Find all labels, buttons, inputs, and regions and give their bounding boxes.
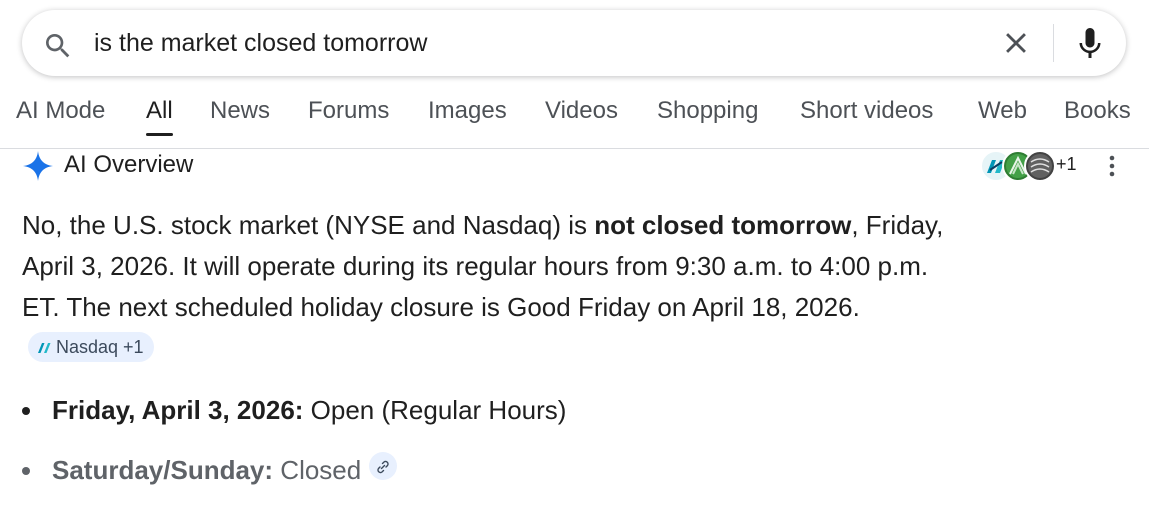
tab-videos[interactable]: Videos [545,96,618,126]
list-item: Saturday/Sunday: Closed [22,450,962,490]
bullet-label: Saturday/Sunday: [52,455,274,485]
source-chip[interactable]: Nasdaq +1 [28,332,154,362]
tab-images[interactable]: Images [428,96,507,126]
search-tabs: AI Mode All News Forums Images Videos Sh… [0,88,1149,136]
bullet-text: Open (Regular Hours) [303,395,567,425]
microphone-icon[interactable] [1072,24,1108,62]
tab-short-videos[interactable]: Short videos [800,96,933,126]
more-options-icon[interactable] [1102,154,1122,178]
ai-overview-title: AI Overview [64,151,194,178]
source-count: +1 [1056,154,1077,174]
gemini-sparkle-icon [23,151,53,181]
tab-forums[interactable]: Forums [308,96,389,126]
bullet-label: Friday, April 3, 2026: [52,395,304,425]
source-chip-label: Nasdaq +1 [56,337,144,357]
source-favicon-icon [1024,150,1056,182]
tab-news[interactable]: News [210,96,270,126]
search-bar[interactable]: is the market closed tomorrow [22,10,1126,76]
tab-books[interactable]: Books [1064,96,1131,126]
ai-overview-summary: No, the U.S. stock market (NYSE and Nasd… [22,205,962,369]
tabs-divider [0,148,1149,149]
link-icon[interactable] [369,452,398,480]
search-icon[interactable] [42,30,74,62]
close-icon[interactable] [999,26,1033,60]
tab-all[interactable]: All [146,96,173,136]
bullet-text: Closed [273,455,362,485]
tab-shopping[interactable]: Shopping [657,96,758,126]
ai-overview-header: AI Overview +1 [22,150,1132,182]
nasdaq-icon [38,343,51,353]
summary-text: No, the U.S. stock market (NYSE and Nasd… [22,210,595,240]
source-favicons[interactable]: +1 [980,150,1080,182]
search-input[interactable]: is the market closed tomorrow [94,25,427,61]
summary-highlight: not closed tomorrow [594,210,852,240]
search-divider [1053,24,1054,62]
tab-ai-mode[interactable]: AI Mode [16,96,105,126]
list-item: Friday, April 3, 2026: Open (Regular Hou… [22,390,962,430]
ai-overview-bullets: Friday, April 3, 2026: Open (Regular Hou… [22,390,962,510]
tab-web[interactable]: Web [978,96,1027,126]
